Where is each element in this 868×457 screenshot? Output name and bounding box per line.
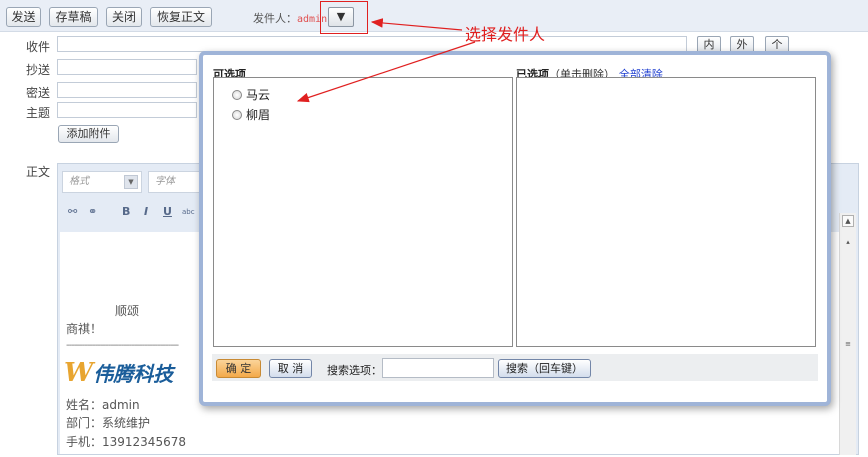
annotation-arrows: [296, 18, 476, 103]
arrow-to-option: [296, 41, 476, 103]
arrow-to-dropdown: [370, 18, 463, 31]
